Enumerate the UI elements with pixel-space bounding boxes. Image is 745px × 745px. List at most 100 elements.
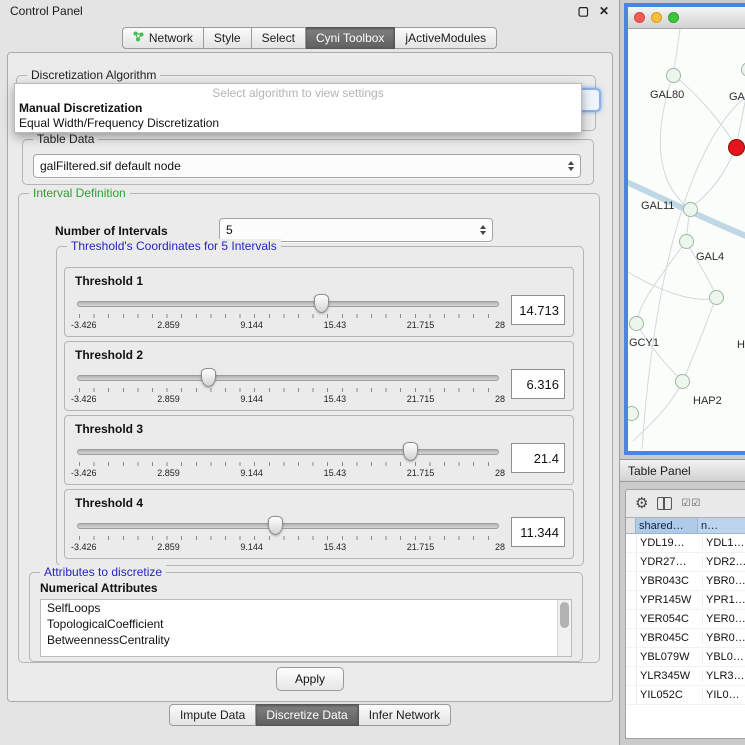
- tab-cyni-toolbox[interactable]: Cyni Toolbox: [306, 27, 395, 49]
- toolbox-tab-bar: Network StyleSelect Cyni Toolbox jActiveMod…: [0, 27, 619, 49]
- group-label: Discretization Algorithm: [27, 68, 160, 82]
- network-canvas[interactable]: GAL80GA…GAL11GAL4GCY1H…HAP2: [628, 29, 745, 451]
- table-row[interactable]: YPR145WYPR1…: [626, 591, 745, 610]
- group-label: Interval Definition: [29, 186, 130, 200]
- table-row[interactable]: YLR345WYLR3…: [626, 667, 745, 686]
- slider-thumb[interactable]: [403, 442, 418, 461]
- tab-select[interactable]: Select: [252, 27, 306, 49]
- table-header-row: shared… n…: [626, 517, 745, 534]
- table-row[interactable]: YBL079WYBL0…: [626, 648, 745, 667]
- tab-network[interactable]: Network: [122, 27, 204, 49]
- slider-ticks: [79, 388, 497, 392]
- columns-icon[interactable]: [657, 497, 672, 510]
- number-of-intervals-value: 5: [226, 223, 233, 237]
- network-node[interactable]: [709, 290, 724, 305]
- threshold-slider[interactable]: -3.4262.8599.14415.4321.71528: [77, 292, 499, 334]
- network-node[interactable]: [675, 374, 690, 389]
- slider-ticks: [79, 536, 497, 540]
- tab-infer-network[interactable]: Infer Network: [359, 704, 451, 726]
- node-label: HAP2: [693, 395, 722, 407]
- node-table-body[interactable]: YDL19…YDL1…YDR27…YDR2…YBR043CYBR0…YPR145…: [626, 534, 745, 738]
- node-label: GAL4: [696, 251, 724, 263]
- network-node[interactable]: [666, 68, 681, 83]
- tab-label: Cyni Toolbox: [316, 31, 384, 45]
- threshold-box: Threshold 2-3.4262.8599.14415.4321.71528…: [64, 341, 574, 411]
- apply-button[interactable]: Apply: [276, 667, 344, 691]
- scale-tick-label: 21.715: [407, 320, 435, 330]
- network-node[interactable]: [679, 234, 694, 249]
- table-row[interactable]: YBR043CYBR0…: [626, 572, 745, 591]
- threshold-value-field[interactable]: 14.713: [511, 295, 565, 325]
- shared-name-cell: YDR27…: [637, 556, 703, 568]
- threshold-value-field[interactable]: 6.316: [511, 369, 565, 399]
- attribute-list-item[interactable]: SelfLoops: [41, 600, 571, 616]
- slider-track: [77, 523, 499, 529]
- row-handle-cell: [626, 686, 637, 704]
- tab-discretize-data[interactable]: Discretize Data: [256, 704, 358, 726]
- algorithm-popup-list: Manual DiscretizationEqual Width/Frequen…: [15, 101, 581, 131]
- slider-ticks: [79, 462, 497, 466]
- table-panel-title: Table Panel: [628, 464, 691, 478]
- list-scrollbar[interactable]: [557, 600, 571, 656]
- threshold-label: Threshold 1: [65, 268, 573, 288]
- slider-thumb[interactable]: [314, 294, 329, 313]
- tab-impute-data[interactable]: Impute Data: [169, 704, 256, 726]
- close-panel-icon[interactable]: ✕: [599, 4, 609, 18]
- table-panel-window: ⚙ ☑☑ shared… n… YDL19…YDL1…YDR27…YDR2…YB…: [625, 489, 745, 739]
- slider-thumb[interactable]: [268, 516, 283, 535]
- row-handle-cell: [626, 667, 637, 685]
- scale-tick-label: 2.859: [157, 320, 180, 330]
- scale-tick-label: 9.144: [240, 542, 263, 552]
- threshold-slider[interactable]: -3.4262.8599.14415.4321.71528: [77, 366, 499, 408]
- minimize-button[interactable]: [651, 12, 662, 23]
- node-label: GAL11: [641, 200, 674, 212]
- table-row[interactable]: YBR045CYBR0…: [626, 629, 745, 648]
- column-header-shared-name[interactable]: shared…: [636, 517, 698, 534]
- threshold-value-field[interactable]: 11.344: [511, 517, 565, 547]
- table-row[interactable]: YIL052CYIL0…: [626, 686, 745, 705]
- scale-tick-label: 9.144: [240, 320, 263, 330]
- network-node[interactable]: [683, 202, 698, 217]
- threshold-value-field[interactable]: 21.4: [511, 443, 565, 473]
- attribute-list-item[interactable]: BetweennessCentrality: [41, 632, 571, 648]
- tab-style[interactable]: Style: [204, 27, 252, 49]
- scale-tick-label: 28: [495, 468, 505, 478]
- slider-thumb[interactable]: [201, 368, 216, 387]
- numerical-attributes-label: Numerical Attributes: [40, 581, 158, 595]
- threshold-slider[interactable]: -3.4262.8599.14415.4321.71528: [77, 514, 499, 556]
- float-window-icon[interactable]: ▢: [578, 4, 589, 18]
- name-cell: YER0…: [703, 613, 745, 625]
- table-data-value: galFiltered.sif default node: [40, 159, 181, 173]
- network-node[interactable]: [624, 406, 639, 421]
- table-data-combobox[interactable]: galFiltered.sif default node: [33, 154, 581, 178]
- close-button[interactable]: [634, 12, 645, 23]
- scale-tick-label: 28: [495, 542, 505, 552]
- column-header-name[interactable]: n…: [698, 517, 745, 534]
- scale-tick-label: -3.426: [71, 468, 97, 478]
- attribute-list-item[interactable]: TopologicalCoefficient: [41, 616, 571, 632]
- tab-label: Network: [149, 31, 193, 45]
- scale-tick-label: 15.43: [324, 394, 347, 404]
- network-node-selected[interactable]: [728, 139, 745, 156]
- zoom-button[interactable]: [668, 12, 679, 23]
- table-row[interactable]: YDL19…YDL1…: [626, 534, 745, 553]
- slider-track: [77, 301, 499, 307]
- network-node[interactable]: [629, 316, 644, 331]
- node-label: GA…: [729, 91, 745, 103]
- combo-arrows-icon: [562, 161, 574, 171]
- checkbox-icons[interactable]: ☑☑: [681, 498, 701, 509]
- group-label: Attributes to discretize: [40, 565, 166, 579]
- attributes-listbox[interactable]: SelfLoopsTopologicalCoefficientBetweenne…: [40, 599, 572, 657]
- table-row[interactable]: YER054CYER0…: [626, 610, 745, 629]
- popup-item[interactable]: Manual Discretization: [15, 101, 581, 116]
- scrollbar-thumb[interactable]: [560, 602, 569, 628]
- network-window-titlebar: [628, 7, 745, 29]
- settings-gear-icon[interactable]: ⚙: [635, 496, 648, 511]
- threshold-slider[interactable]: -3.4262.8599.14415.4321.71528: [77, 440, 499, 482]
- tab-jactivemodules[interactable]: jActiveModules: [395, 27, 497, 49]
- slider-scale-labels: -3.4262.8599.14415.4321.71528: [71, 468, 505, 478]
- popup-item[interactable]: Equal Width/Frequency Discretization: [15, 116, 581, 131]
- table-row[interactable]: YDR27…YDR2…: [626, 553, 745, 572]
- threshold-label: Threshold 3: [65, 416, 573, 436]
- group-label: Threshold's Coordinates for 5 Intervals: [67, 239, 281, 253]
